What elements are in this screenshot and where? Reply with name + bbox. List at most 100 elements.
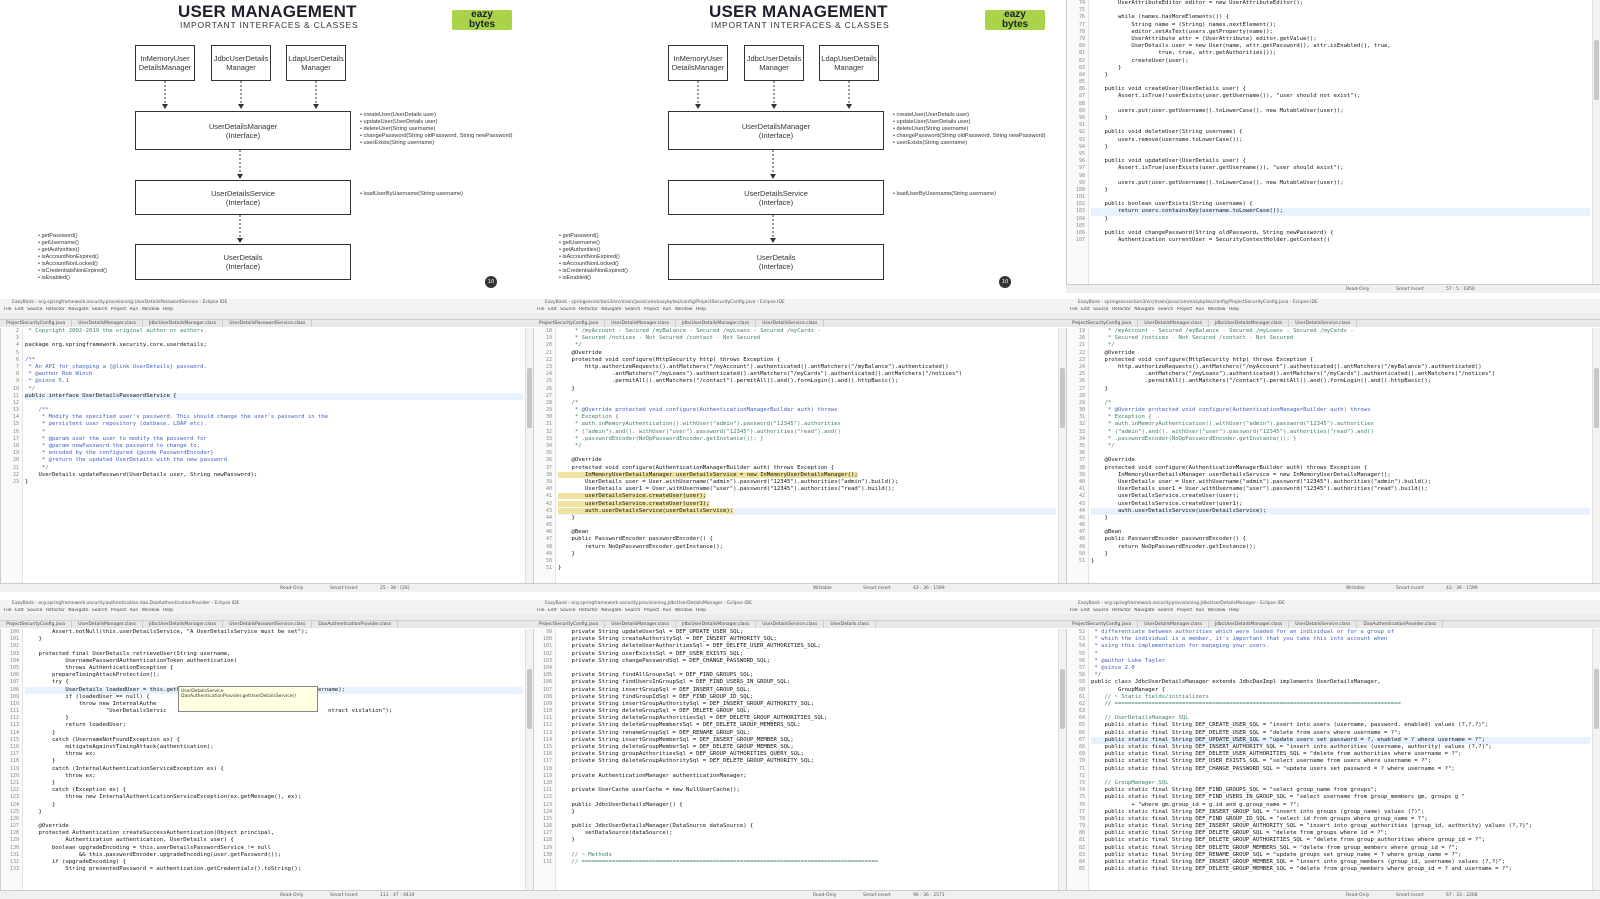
- code-text: * encoded by the configured {@code Passw…: [25, 450, 214, 457]
- code-line: 27 }: [1079, 386, 1590, 393]
- editor-tab[interactable]: ProjectSecurityConfig.java: [1066, 320, 1139, 327]
- code-editor[interactable]: 19 * /myAccount - Secured /myBalance - S…: [1066, 328, 1600, 583]
- user-details-manager-box: UserDetailsManager (Interface): [135, 111, 351, 150]
- editor-tab[interactable]: JdbcUserDetailsManager.class: [1209, 320, 1290, 327]
- toolbar[interactable]: [1066, 313, 1600, 327]
- toolbar[interactable]: [533, 313, 1066, 327]
- editor-tab[interactable]: UserDetailsManager.class: [1138, 621, 1209, 628]
- code-line: 93 users.remove(username.toLowerCase());: [1079, 137, 1590, 144]
- code-text: }: [25, 758, 56, 765]
- vertical-scrollbar[interactable]: [1058, 629, 1066, 890]
- editor-tab[interactable]: UserDetailsManager.class: [605, 621, 676, 628]
- editor-tab[interactable]: DaoAuthenticationProvider.class: [1357, 621, 1444, 628]
- line-number: 104: [1075, 215, 1085, 222]
- code-area[interactable]: 52 * differentiate between authorities w…: [1079, 629, 1590, 890]
- code-line: 119 catch (InternalAuthenticationService…: [10, 766, 523, 773]
- line-number: 100: [542, 636, 552, 643]
- editor-tab[interactable]: UserDetails.class: [824, 621, 876, 628]
- code-editor[interactable]: 2 * Copyright 2002-2019 the original aut…: [0, 328, 533, 583]
- code-line: 68 public static final String DEF_INSERT…: [1079, 744, 1590, 751]
- code-editor[interactable]: 99 private String updateUserSql = DEF_UP…: [533, 629, 1066, 890]
- code-line: 107 Authentication currentUser = Securit…: [1076, 237, 1590, 244]
- code-line: 85: [1079, 79, 1590, 86]
- code-text: /**: [25, 356, 36, 363]
- line-number: 34: [1078, 435, 1085, 442]
- editor-tab[interactable]: JdbcUserDetailsManager.class: [143, 320, 224, 327]
- line-number: 103: [9, 650, 19, 657]
- code-editor[interactable]: 52 * differentiate between authorities w…: [1066, 629, 1600, 890]
- code-line: 129 Authentication authentication, UserD…: [10, 837, 523, 844]
- code-editor[interactable]: 74 UserAttributeEditor editor = new User…: [1066, 0, 1600, 284]
- code-line: 89 users.put(user.getUsername().toLowerC…: [1079, 108, 1590, 115]
- code-line: 75 public static final String DEF_FIND_U…: [1079, 794, 1590, 801]
- scrollbar-thumb[interactable]: [1594, 40, 1599, 100]
- code-line: 101: [1076, 194, 1590, 201]
- vertical-scrollbar[interactable]: [525, 629, 533, 890]
- vertical-scrollbar[interactable]: [1058, 328, 1066, 583]
- box-label-line: DetailsManager: [671, 63, 725, 72]
- editor-tab[interactable]: ProjectSecurityConfig.java: [533, 621, 606, 628]
- code-line: 92 public void deleteUser(String usernam…: [1079, 129, 1590, 136]
- editor-tab[interactable]: ProjectSecurityConfig.java: [533, 320, 606, 327]
- line-number: 99: [1078, 179, 1085, 186]
- editor-tab[interactable]: UserDetailsPasswordService.class: [223, 621, 313, 628]
- editor-tab[interactable]: DaoAuthenticationProvider.class: [312, 621, 399, 628]
- line-number: 131: [542, 859, 552, 865]
- vertical-scrollbar[interactable]: [1592, 629, 1600, 890]
- scrollbar-thumb[interactable]: [1060, 368, 1065, 428]
- line-number: 26: [545, 385, 552, 392]
- editor-tab[interactable]: UserDetailsManager.class: [72, 621, 143, 628]
- box-label-line: InMemoryUser: [140, 54, 190, 63]
- code-area[interactable]: 99 private String updateUserSql = DEF_UP…: [543, 629, 1056, 890]
- line-number: 53: [1078, 636, 1085, 643]
- line-number: 106: [1075, 230, 1085, 236]
- editor-tab[interactable]: JdbcUserDetailsManager.class: [1209, 621, 1290, 628]
- scrollbar-thumb[interactable]: [1594, 368, 1599, 428]
- editor-tab[interactable]: ProjectSecurityConfig.java: [0, 621, 73, 628]
- toolbar[interactable]: [1066, 614, 1600, 628]
- toolbar[interactable]: [533, 614, 1066, 628]
- scrollbar-thumb[interactable]: [527, 368, 532, 428]
- line-number: 130: [9, 844, 19, 851]
- code-text: private String deleteGroupAuthoritySql =…: [558, 758, 814, 765]
- window-title: EazyBank - org.springframework.security.…: [0, 299, 533, 307]
- code-editor[interactable]: 100 Assert.notNull(this.userDetailsServi…: [0, 629, 533, 890]
- method-item: userExists(String username): [360, 140, 512, 147]
- editor-tab[interactable]: UserDetailsService.class: [756, 320, 825, 327]
- editor-tab[interactable]: JdbcUserDetailsManager.class: [143, 621, 224, 628]
- code-line: 109 private String insertGroupAuthorityS…: [543, 701, 1056, 708]
- editor-tab[interactable]: UserDetailsManager.class: [72, 320, 143, 327]
- code-editor[interactable]: 18 * /myAccount - Secured /myBalance - S…: [533, 328, 1066, 583]
- editor-tab[interactable]: UserDetailsManager.class: [1138, 320, 1209, 327]
- scrollbar-thumb[interactable]: [1060, 669, 1065, 729]
- code-area[interactable]: 19 * /myAccount - Secured /myBalance - S…: [1079, 328, 1590, 583]
- toolbar[interactable]: [0, 313, 533, 327]
- code-line: 73 // GroupManager SQL: [1079, 780, 1590, 787]
- editor-tab[interactable]: ProjectSecurityConfig.java: [0, 320, 73, 327]
- code-area[interactable]: 2 * Copyright 2002-2019 the original aut…: [13, 328, 523, 583]
- code-line: 99 users.put(user.getUsername().toLowerC…: [1079, 180, 1590, 187]
- scrollbar-thumb[interactable]: [527, 669, 532, 729]
- editor-tab[interactable]: JdbcUserDetailsManager.class: [676, 621, 757, 628]
- editor-tab[interactable]: UserDetailsService.class: [756, 621, 825, 628]
- code-text: @Override: [558, 349, 602, 356]
- code-area[interactable]: 74 UserAttributeEditor editor = new User…: [1076, 0, 1590, 284]
- code-line: 65 public static final String DEF_CREATE…: [1079, 722, 1590, 729]
- editor-tab[interactable]: UserDetailsService.class: [1289, 621, 1358, 628]
- vertical-scrollbar[interactable]: [1592, 0, 1600, 284]
- line-number: 58: [1078, 672, 1085, 679]
- scrollbar-thumb[interactable]: [1594, 669, 1599, 729]
- editor-tab[interactable]: UserDetailsPasswordService.class: [223, 320, 313, 327]
- vertical-scrollbar[interactable]: [525, 328, 533, 583]
- editor-tab[interactable]: ProjectSecurityConfig.java: [1066, 621, 1139, 628]
- editor-tab[interactable]: UserDetailsManager.class: [605, 320, 676, 327]
- editor-tab[interactable]: JdbcUserDetailsManager.class: [676, 320, 757, 327]
- line-number: 83: [1078, 64, 1085, 71]
- editor-tab[interactable]: UserDetailsService.class: [1289, 320, 1358, 327]
- box-label-line: InMemoryUser: [673, 54, 723, 63]
- vertical-scrollbar[interactable]: [1592, 328, 1600, 583]
- toolbar[interactable]: [0, 614, 533, 628]
- code-area[interactable]: 18 * /myAccount - Secured /myBalance - S…: [546, 328, 1056, 583]
- code-area[interactable]: 100 Assert.notNull(this.userDetailsServi…: [10, 629, 523, 890]
- ide-panel-security-config-1: EazyBank - springsecsection3/src/main/ja…: [533, 299, 1066, 592]
